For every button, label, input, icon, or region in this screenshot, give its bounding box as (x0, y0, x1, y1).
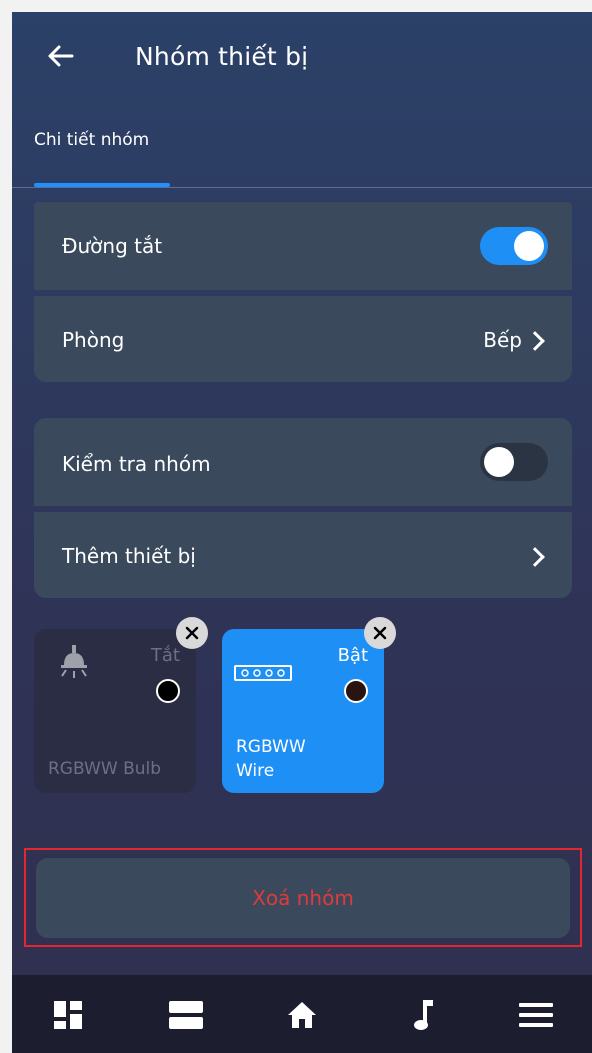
delete-group-button[interactable]: Xoá nhóm (36, 858, 570, 938)
dashboard-icon[interactable] (48, 995, 88, 1035)
device-tile-rgbww-wire[interactable]: Bật RGBWW Wire (222, 617, 396, 793)
tab-divider (12, 187, 592, 188)
room-value: Bếp (483, 328, 522, 352)
check-group-row: Kiểm tra nhóm (34, 418, 572, 506)
ceiling-lamp-icon (58, 645, 90, 685)
shortcut-toggle[interactable] (480, 227, 548, 265)
music-note-icon[interactable] (404, 995, 444, 1035)
check-group-toggle[interactable] (480, 443, 548, 481)
tab-group-details[interactable]: Chi tiết nhóm (34, 130, 149, 150)
delete-highlight-frame: Xoá nhóm (24, 848, 582, 947)
remove-device-button[interactable] (176, 617, 208, 649)
menu-icon[interactable] (516, 995, 556, 1035)
page-title: Nhóm thiết bị (135, 42, 309, 71)
home-icon[interactable] (282, 995, 322, 1035)
app-screen: Nhóm thiết bị Chi tiết nhóm Đường tắt Ph… (12, 12, 592, 1053)
chevron-right-icon (525, 331, 545, 351)
room-row[interactable]: Phòng Bếp (34, 296, 572, 382)
add-device-row[interactable]: Thêm thiết bị (34, 512, 572, 598)
device-state-label: Tắt (150, 645, 180, 666)
add-device-label: Thêm thiết bị (62, 544, 196, 568)
device-name: RGBWW Bulb (48, 759, 162, 779)
color-indicator (344, 679, 368, 703)
shortcut-label: Đường tắt (62, 234, 163, 258)
check-group-label: Kiểm tra nhóm (62, 452, 211, 476)
top-bar: Nhóm thiết bị (12, 12, 592, 102)
arrow-left-icon[interactable] (40, 36, 80, 76)
list-icon[interactable] (166, 995, 206, 1035)
shortcut-row: Đường tắt (34, 202, 572, 290)
close-icon (185, 626, 199, 640)
chevron-right-icon (525, 547, 545, 567)
room-label: Phòng (62, 328, 125, 352)
close-icon (373, 626, 387, 640)
delete-group-label: Xoá nhóm (252, 886, 354, 910)
toggle-knob (484, 447, 514, 477)
device-tile-rgbww-bulb[interactable]: Tắt RGBWW Bulb (34, 617, 208, 793)
toggle-knob (514, 231, 544, 261)
bottom-navigation (12, 975, 592, 1053)
device-name-line-2: Wire (236, 761, 275, 781)
remove-device-button[interactable] (364, 617, 396, 649)
device-name-line-1: RGBWW (236, 737, 306, 757)
device-state-label: Bật (337, 645, 368, 666)
color-indicator (156, 679, 180, 703)
led-strip-icon (234, 665, 292, 685)
